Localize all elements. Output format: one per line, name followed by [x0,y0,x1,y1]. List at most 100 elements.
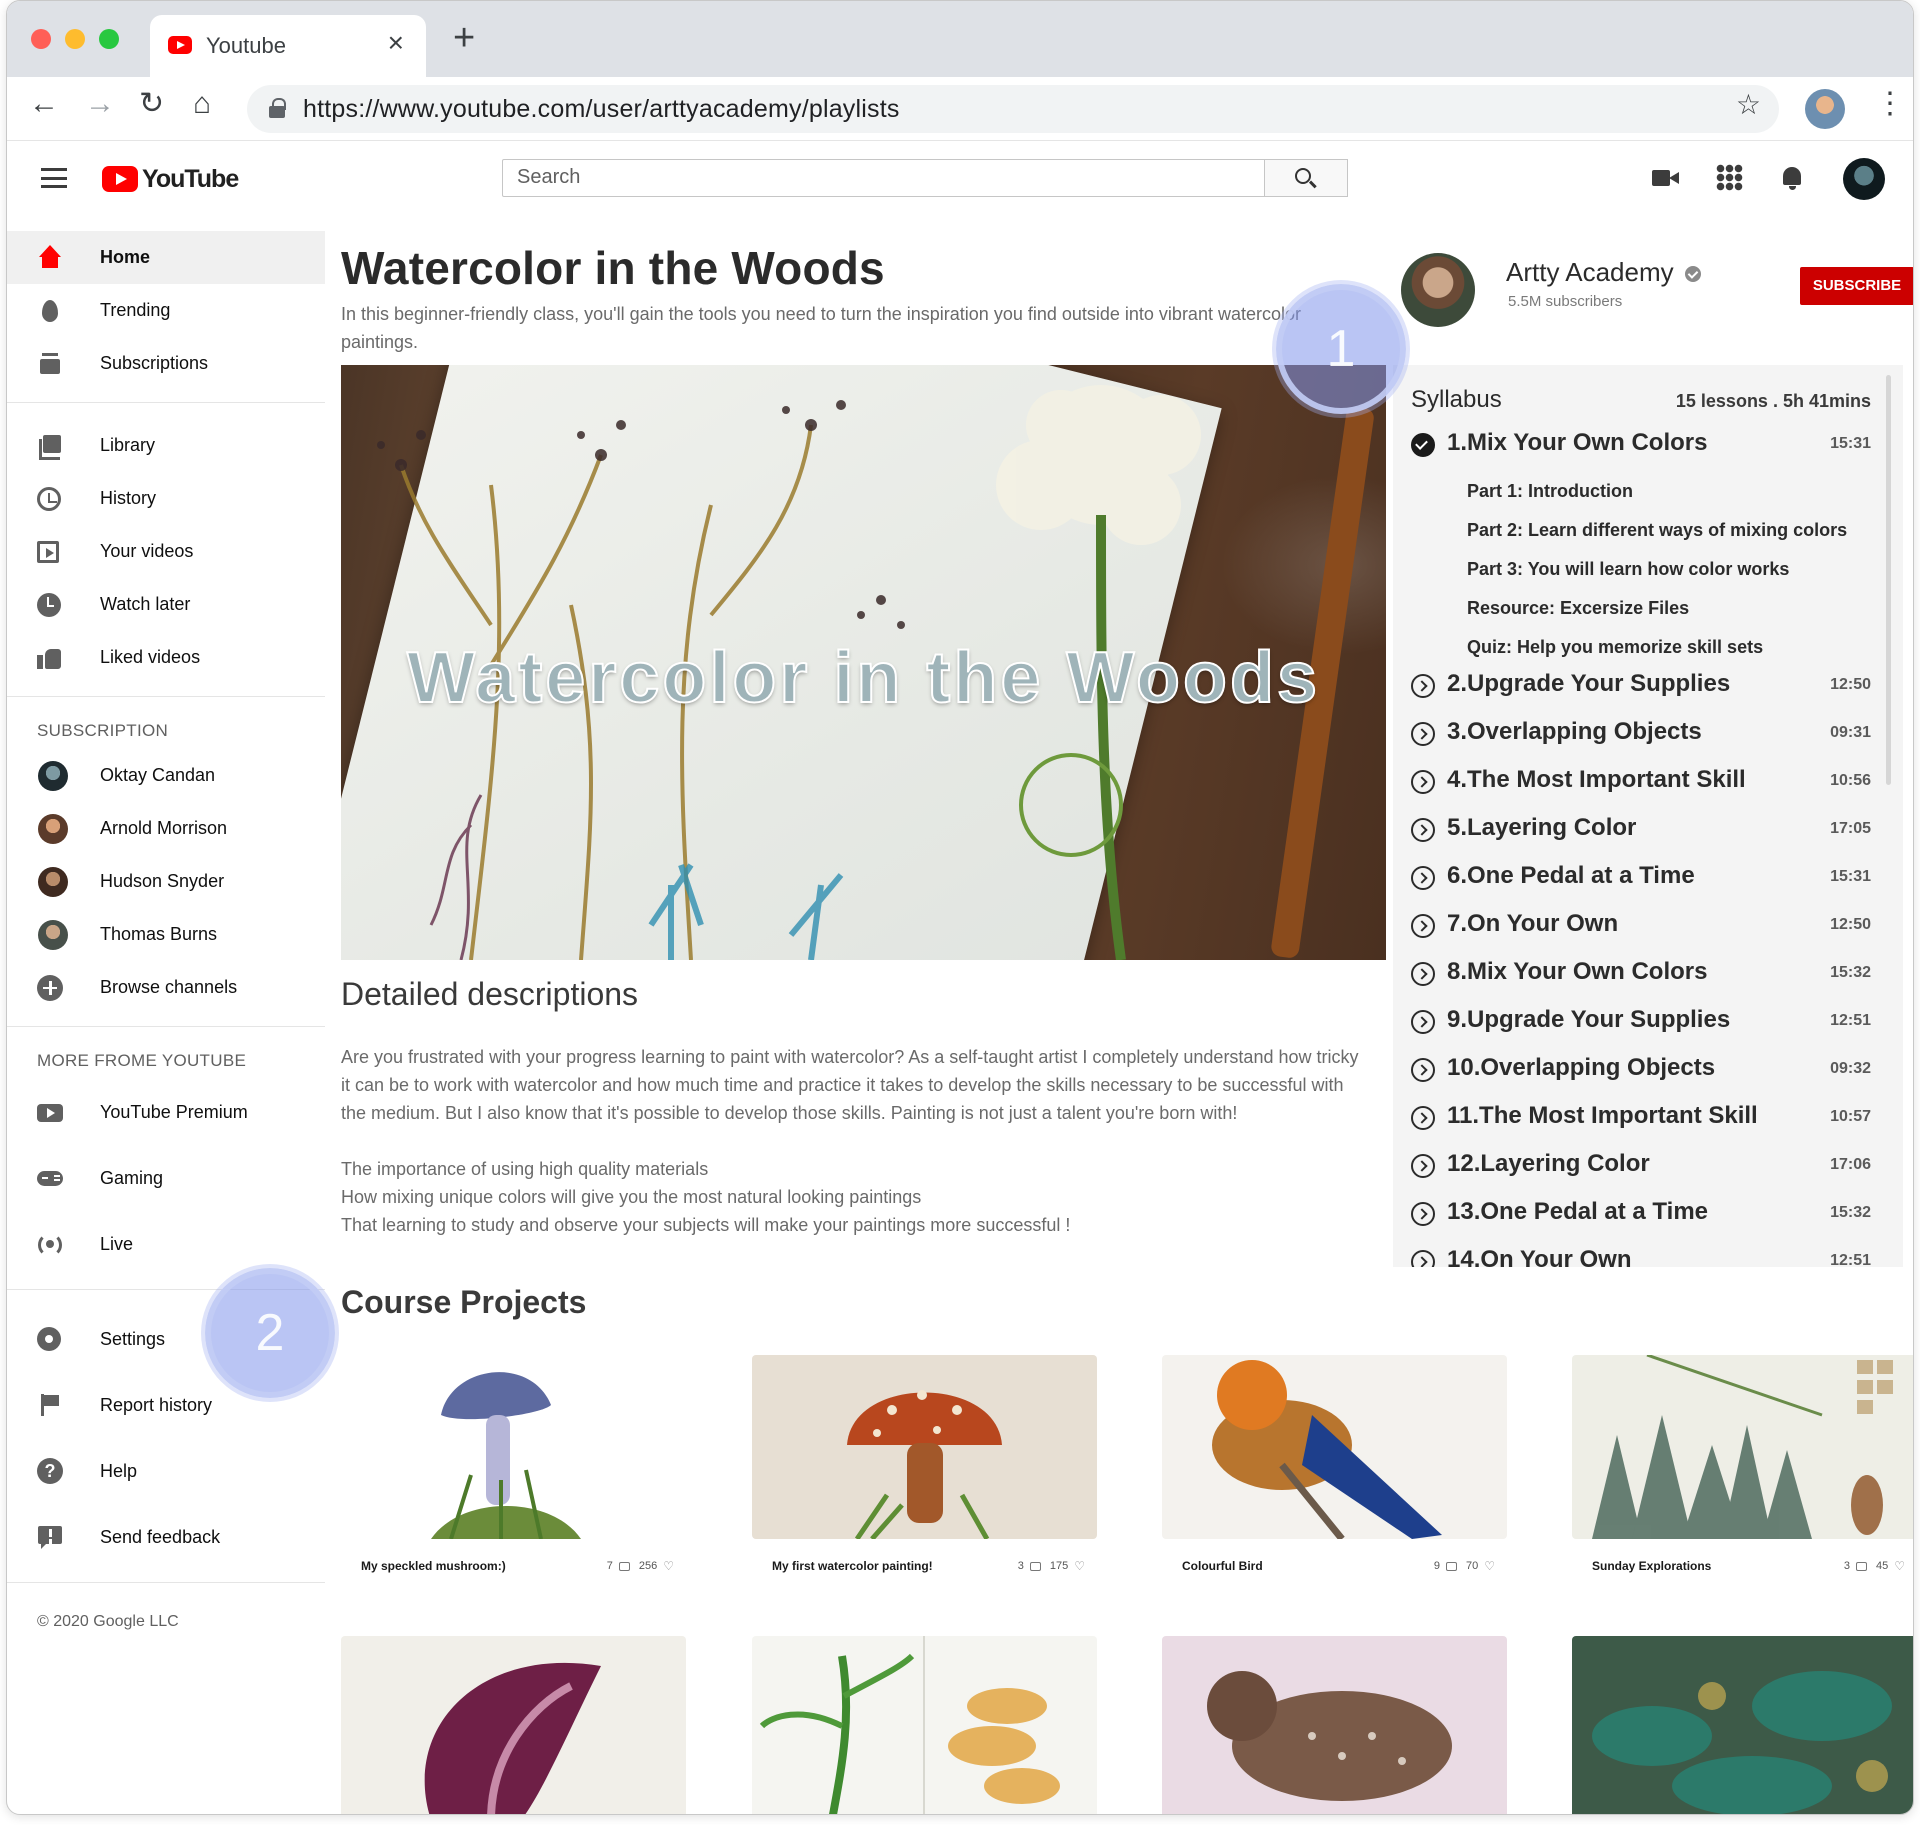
project-card[interactable]: My speckled mushroom:) 7 256 ♡ [341,1355,686,1583]
youtube-logo[interactable]: YouTube [102,164,239,194]
channel-name[interactable]: Artty Academy [1506,257,1674,288]
sidebar-item-label: Thomas Burns [100,924,218,944]
bookmark-star-icon[interactable]: ☆ [1736,91,1761,119]
sidebar-item-subscriptions[interactable]: Subscriptions [7,337,325,390]
sidebar-item-gaming[interactable]: Gaming [7,1145,325,1211]
lesson-title: 12.Layering Color [1447,1150,1650,1177]
play-circle-icon [1411,866,1435,890]
sidebar-item-youtube-premium[interactable]: YouTube Premium [7,1079,325,1145]
hamburger-menu-icon[interactable] [41,168,67,188]
lesson-item[interactable]: 14.On Your Own 12:51 [1411,1244,1871,1267]
project-card[interactable] [752,1636,1097,1814]
lesson-item[interactable]: 10.Overlapping Objects 09:32 [1411,1052,1871,1092]
project-card[interactable]: Colourful Bird 9 70 ♡ [1162,1355,1507,1583]
lesson-duration: 15:32 [1830,1204,1871,1221]
play-circle-icon [1411,770,1435,794]
create-video-icon[interactable] [1652,164,1680,192]
url-text[interactable]: https://www.youtube.com/user/arttyacadem… [303,95,900,124]
project-card-footer: My speckled mushroom:) 7 256 ♡ [341,1553,686,1583]
project-card[interactable] [341,1636,686,1814]
lesson-item[interactable]: 9.Upgrade Your Supplies 12:51 [1411,1004,1871,1044]
browser-tab[interactable]: Youtube × [150,15,426,77]
sidebar-item-label: Liked videos [100,647,201,667]
course-intro-text: In this beginner-friendly class, you'll … [341,304,1301,352]
sidebar-item-history[interactable]: History [7,472,325,525]
forward-arrow-icon[interactable]: → [85,89,115,119]
subscriber-count: 5.5M subscribers [1508,293,1623,310]
maximize-window-button[interactable] [99,29,119,49]
lesson-item[interactable]: 2.Upgrade Your Supplies 12:50 [1411,668,1871,708]
user-avatar[interactable] [1843,158,1885,200]
sidebar-item-help[interactable]: ? Help [7,1438,325,1504]
project-card[interactable]: My first watercolor painting! 3 175 ♡ [752,1355,1097,1583]
gaming-icon [37,1165,63,1191]
project-card[interactable] [1162,1636,1507,1814]
sidebar-item-library[interactable]: Library [7,419,325,472]
browser-home-icon[interactable]: ⌂ [193,89,211,119]
course-hero-image[interactable]: Watercolor in the Woods [341,365,1386,960]
sublesson-item[interactable]: Resource: Excersize Files [1467,598,1689,619]
sublesson-item[interactable]: Part 1: Introduction [1467,481,1633,502]
project-card[interactable]: Sunday Explorations 3 45 ♡ [1572,1355,1913,1583]
project-title: Colourful Bird [1182,1559,1263,1573]
sublesson-item[interactable]: Quiz: Help you memorize skill sets [1467,637,1763,658]
sidebar-item-label: Hudson Snyder [100,871,225,891]
project-card[interactable] [1572,1636,1913,1814]
sidebar-item-watch-later[interactable]: Watch later [7,578,325,631]
play-circle-icon [1411,674,1435,698]
sidebar-item-browse-channels[interactable]: Browse channels [7,961,325,1014]
lesson-item[interactable]: 8.Mix Your Own Colors 15:32 [1411,956,1871,996]
sublesson-item[interactable]: Part 3: You will learn how color works [1467,559,1789,580]
sidebar-item-channel[interactable]: Thomas Burns [7,908,325,961]
sidebar-item-channel[interactable]: Hudson Snyder [7,855,325,908]
close-window-button[interactable] [31,29,51,49]
notifications-bell-icon[interactable] [1779,164,1807,192]
heart-icon[interactable]: ♡ [1894,1560,1905,1572]
heart-icon[interactable]: ♡ [1074,1560,1085,1572]
minimize-window-button[interactable] [65,29,85,49]
lesson-item[interactable]: 13.One Pedal at a Time 15:32 [1411,1196,1871,1236]
browser-menu-icon[interactable]: ⋮ [1875,89,1905,119]
address-bar[interactable]: https://www.youtube.com/user/arttyacadem… [247,85,1779,133]
hero-overlay-title: Watercolor in the Woods [406,637,1321,719]
search-button[interactable] [1264,159,1348,197]
sidebar-item-your-videos[interactable]: Your videos [7,525,325,578]
lesson-item[interactable]: 4.The Most Important Skill 10:56 [1411,764,1871,804]
flag-icon [37,1392,63,1418]
new-tab-button[interactable]: + [453,19,475,57]
reload-icon[interactable]: ↻ [139,89,164,119]
lesson-item[interactable]: 11.The Most Important Skill 10:57 [1411,1100,1871,1140]
thumbs-up-icon [37,645,63,671]
project-thumbnail [1162,1636,1507,1814]
lesson-item[interactable]: 12.Layering Color 17:06 [1411,1148,1871,1188]
syllabus-panel: Syllabus 15 lessons . 5h 41mins 1.Mix Yo… [1393,365,1903,1267]
sidebar-item-channel[interactable]: Arnold Morrison [7,802,325,855]
browser-profile-avatar[interactable] [1805,89,1845,129]
project-title: My first watercolor painting! [772,1559,933,1573]
comment-count: 3 [1017,1560,1024,1572]
lesson-item[interactable]: 5.Layering Color 17:05 [1411,812,1871,852]
search-input[interactable]: Search [502,159,1265,197]
lesson-item[interactable]: 3.Overlapping Objects 09:31 [1411,716,1871,756]
sidebar-item-home[interactable]: Home [7,231,325,284]
sidebar-item-send-feedback[interactable]: Send feedback [7,1504,325,1570]
sublesson-item[interactable]: Part 2: Learn different ways of mixing c… [1467,520,1847,541]
youtube-play-icon [102,166,138,192]
sidebar-item-trending[interactable]: Trending [7,284,325,337]
lesson-item[interactable]: 6.One Pedal at a Time 15:31 [1411,860,1871,900]
channel-avatar[interactable] [1401,253,1475,327]
channel-avatar [38,866,68,897]
subscribe-button[interactable]: SUBSCRIBE [1800,267,1913,305]
sidebar-item-liked-videos[interactable]: Liked videos [7,631,325,684]
lesson-item[interactable]: 7.On Your Own 12:50 [1411,908,1871,948]
sidebar-item-live[interactable]: Live [7,1211,325,1277]
syllabus-scrollbar[interactable] [1886,375,1891,785]
sidebar-item-channel[interactable]: Oktay Candan [7,749,325,802]
tab-close-icon[interactable]: × [388,29,404,57]
heart-icon[interactable]: ♡ [1484,1560,1495,1572]
apps-grid-icon[interactable] [1716,164,1743,191]
back-arrow-icon[interactable]: ← [29,89,59,119]
lesson-item[interactable]: 1.Mix Your Own Colors 15:31 [1411,427,1871,467]
heart-icon[interactable]: ♡ [663,1560,674,1572]
flame-icon [37,298,63,324]
